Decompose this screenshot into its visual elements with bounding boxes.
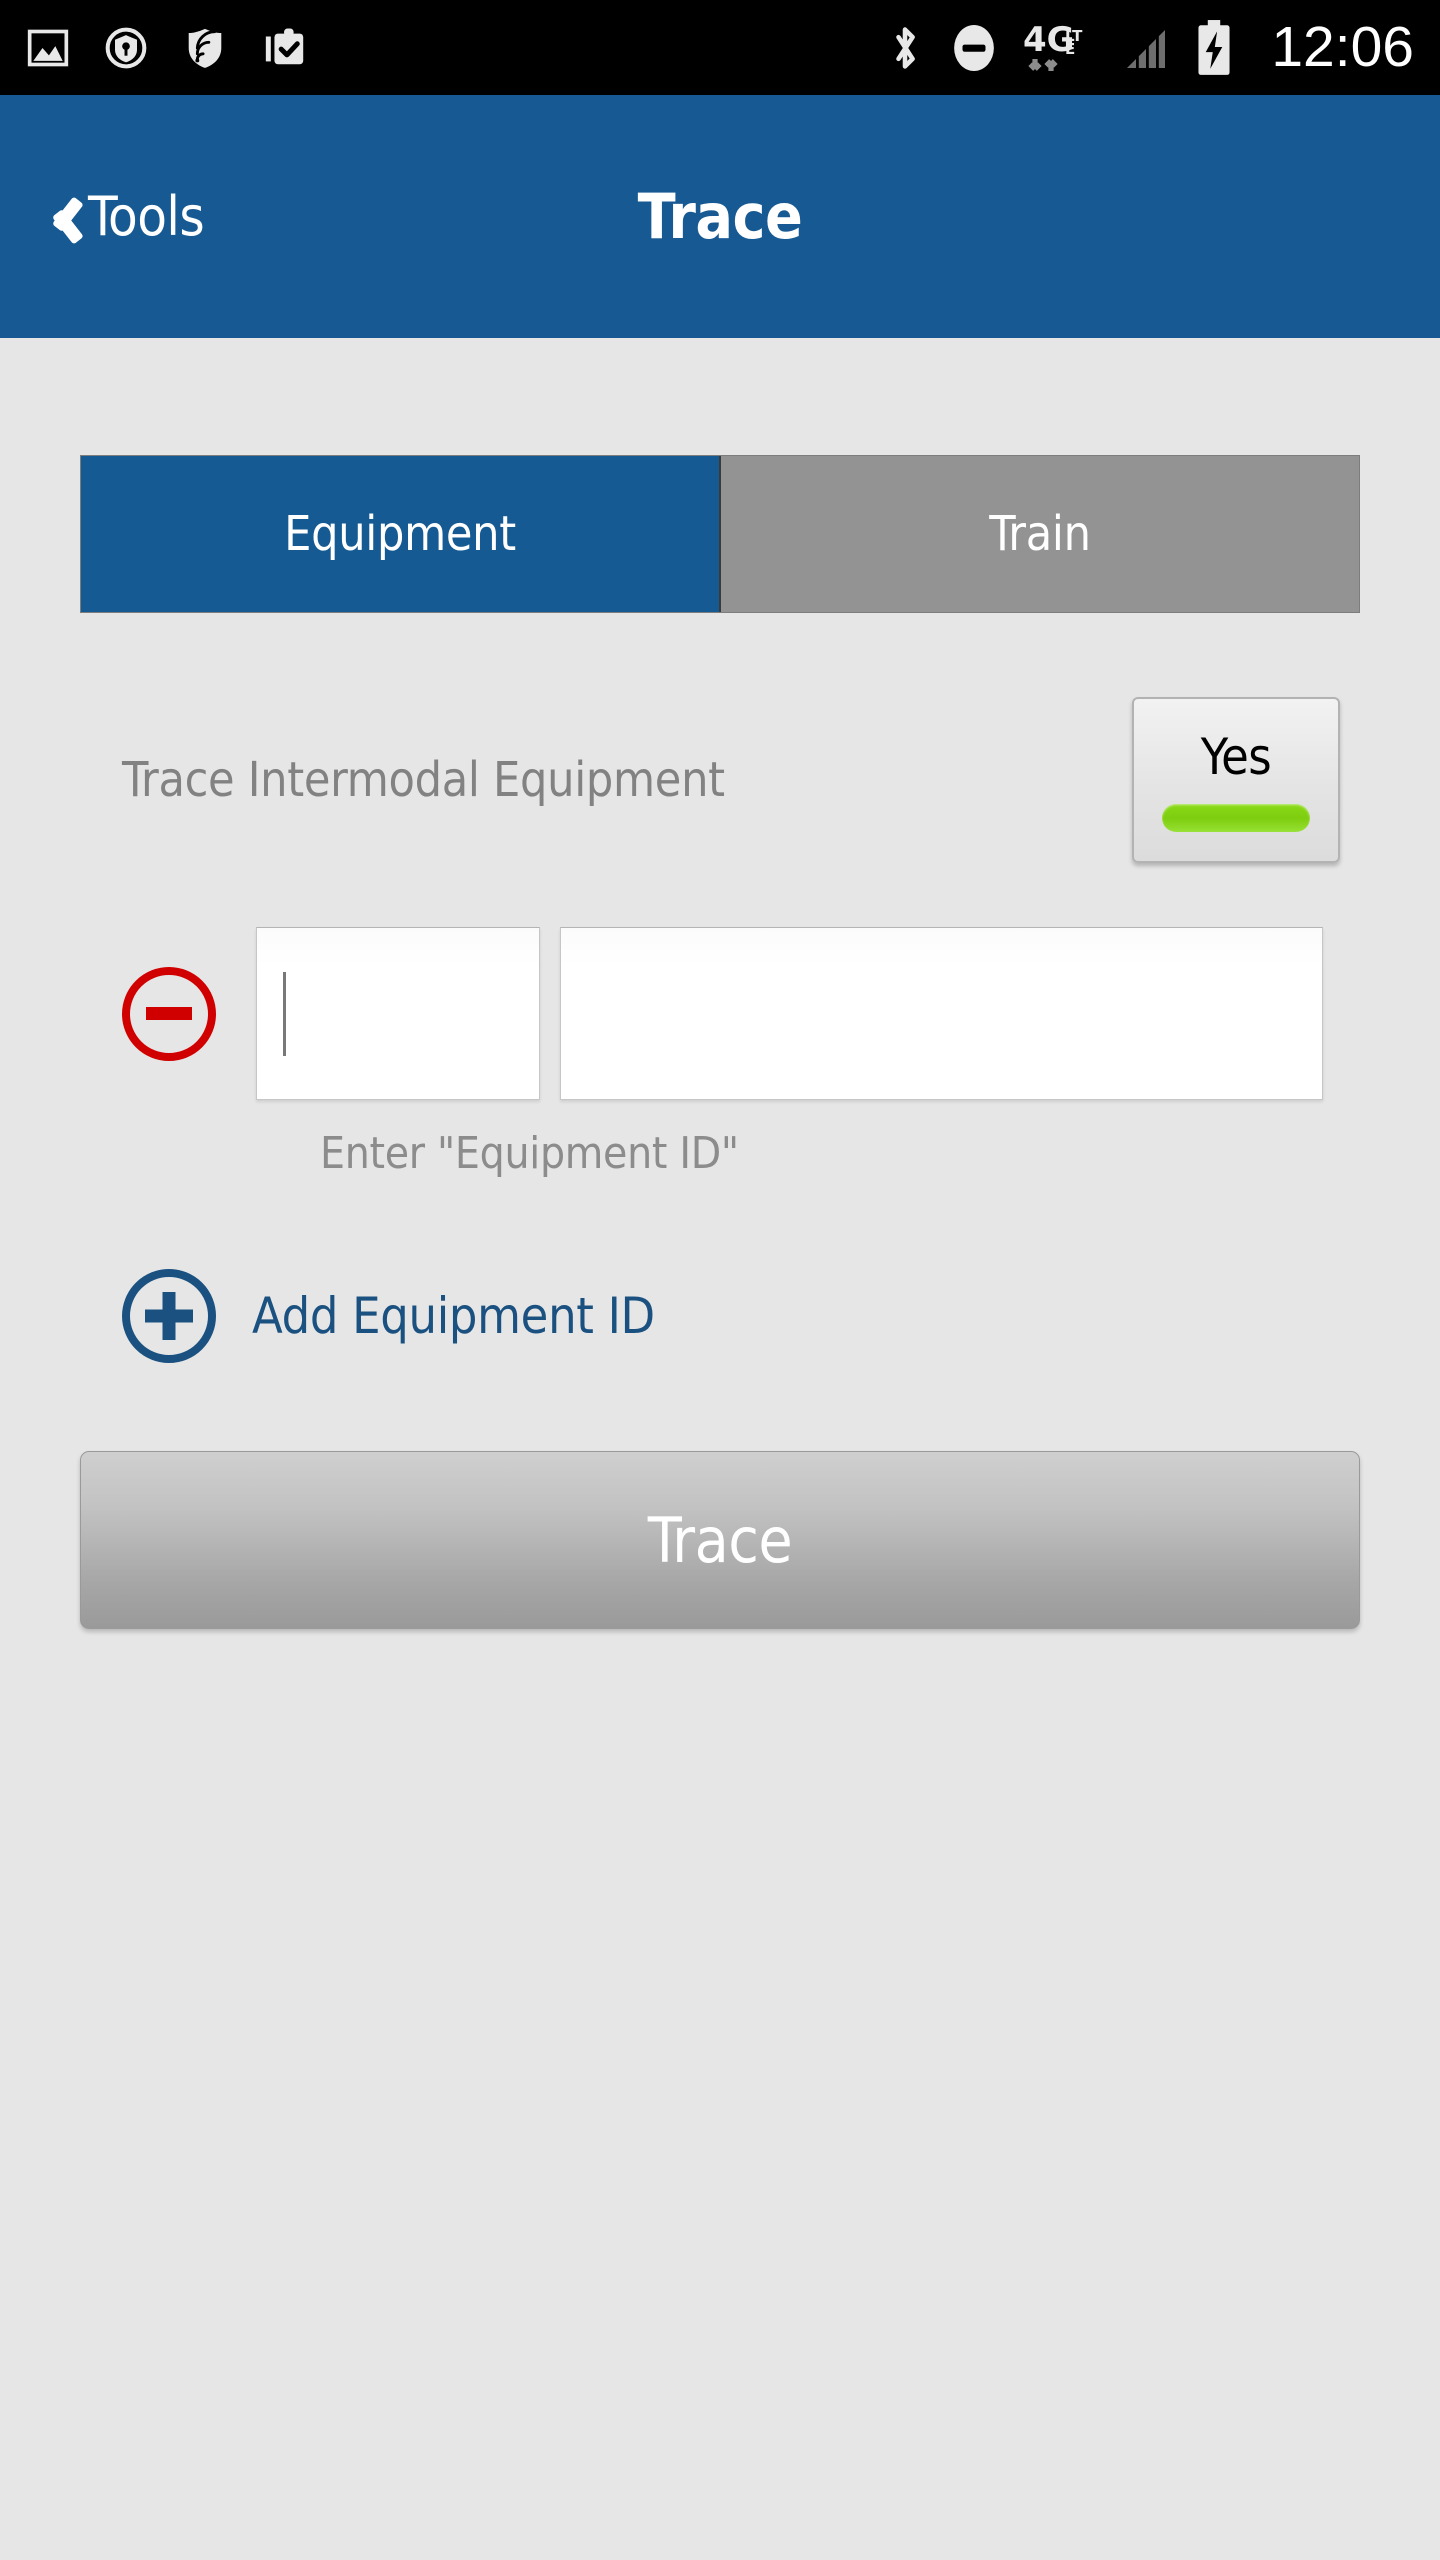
back-button[interactable]: Tools	[44, 185, 205, 248]
chevron-left-icon	[44, 188, 82, 246]
status-bar-clock: 12:06	[1271, 15, 1414, 79]
equipment-id-hint: Enter "Equipment ID"	[320, 1128, 739, 1179]
status-bar-left-icons	[26, 25, 308, 71]
tab-equipment[interactable]: Equipment	[81, 456, 719, 612]
trace-submit-button[interactable]: Trace	[80, 1451, 1360, 1629]
page-title: Trace	[637, 180, 803, 253]
app-header: Tools Trace	[0, 95, 1440, 338]
trace-mode-tabs: Equipment Train	[80, 455, 1360, 613]
intermodal-toggle[interactable]: Yes	[1132, 697, 1340, 863]
toggle-on-indicator	[1162, 804, 1310, 832]
intermodal-toggle-value: Yes	[1200, 728, 1272, 786]
vpn-key-icon	[104, 26, 148, 70]
photo-icon	[26, 26, 70, 70]
battery-charging-icon	[1195, 19, 1233, 77]
add-equipment-id-button[interactable]: Add Equipment ID	[80, 1269, 655, 1363]
signal-bars-icon	[1125, 23, 1169, 72]
tab-train[interactable]: Train	[719, 456, 1359, 612]
trace-submit-label: Trace	[647, 1503, 793, 1577]
back-button-label: Tools	[88, 185, 205, 248]
status-bar: 4G LT E 12:06	[0, 0, 1440, 95]
equipment-id-row	[80, 927, 1360, 1100]
remove-equipment-id-button[interactable]	[122, 966, 216, 1061]
clipboard-check-icon	[262, 25, 308, 71]
add-equipment-id-label: Add Equipment ID	[252, 1287, 655, 1345]
svg-text:E: E	[1065, 40, 1075, 58]
network-4glte-icon: 4G LT E	[1023, 19, 1099, 77]
equipment-number-input[interactable]	[560, 927, 1323, 1100]
intermodal-label: Trace Intermodal Equipment	[122, 752, 725, 808]
equipment-prefix-input[interactable]	[256, 927, 540, 1100]
text-caret	[283, 971, 286, 1056]
bluetooth-icon	[885, 22, 925, 74]
main-content: Equipment Train Trace Intermodal Equipme…	[0, 455, 1440, 2560]
intermodal-row: Trace Intermodal Equipment Yes	[80, 695, 1360, 865]
do-not-disturb-icon	[951, 20, 997, 76]
shield-wifi-icon	[182, 25, 228, 71]
plus-circle-icon	[122, 1269, 216, 1363]
minus-icon	[146, 1007, 192, 1020]
status-bar-right-icons: 4G LT E 12:06	[885, 19, 1414, 77]
